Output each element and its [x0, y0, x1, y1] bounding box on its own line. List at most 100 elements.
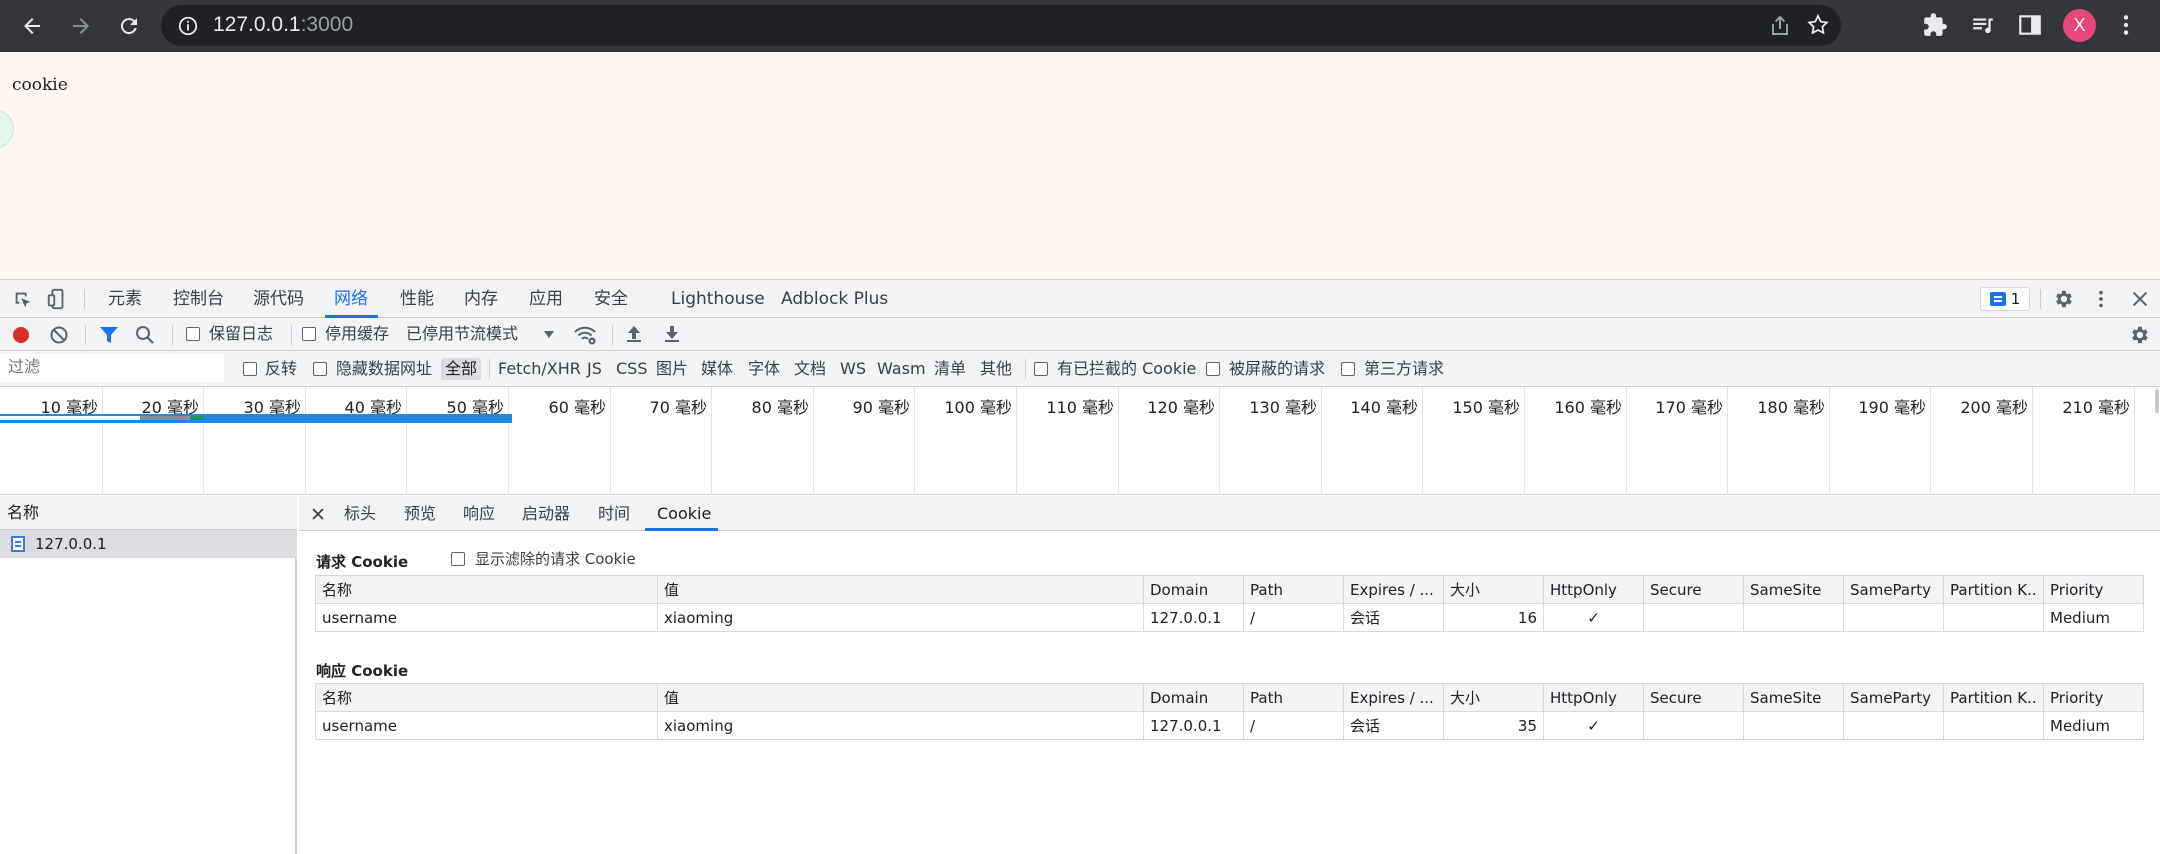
column-header[interactable]: Domain	[1143, 575, 1244, 604]
cookie-row[interactable]: username xiaoming 127.0.0.1/会话 16 ✓ Medium	[315, 603, 2144, 632]
column-header[interactable]: HttpOnly	[1543, 575, 1644, 604]
blocked-cookies-checkbox[interactable]	[1034, 362, 1048, 376]
tab-console[interactable]: 控制台	[173, 280, 224, 318]
record-icon[interactable]	[11, 325, 31, 345]
column-header[interactable]: Secure	[1643, 683, 1744, 712]
tab-adblock-plus[interactable]: Adblock Plus	[781, 280, 888, 318]
tab-cookies[interactable]: Cookie	[657, 496, 711, 531]
column-header[interactable]: Priority	[2043, 683, 2144, 712]
import-har-icon[interactable]	[624, 324, 644, 344]
tab-performance[interactable]: 性能	[400, 280, 434, 318]
tab-application[interactable]: 应用	[529, 280, 563, 318]
chevron-down-icon[interactable]	[543, 330, 555, 340]
filter-type-font[interactable]: 字体	[748, 359, 780, 379]
invert-checkbox[interactable]	[243, 362, 257, 376]
filter-type-all[interactable]: 全部	[441, 358, 482, 380]
disable-cache-checkbox[interactable]	[302, 327, 316, 341]
export-har-icon[interactable]	[662, 324, 682, 344]
tab-sources[interactable]: 源代码	[253, 280, 304, 318]
share-icon[interactable]	[1768, 14, 1792, 38]
cookie-samesite-cell	[1743, 711, 1844, 740]
floating-circle[interactable]	[0, 109, 14, 149]
more-vert-icon[interactable]	[2113, 12, 2139, 38]
column-header[interactable]: 名称	[315, 683, 658, 712]
extensions-puzzle-icon[interactable]	[1922, 12, 1948, 38]
third-party-checkbox[interactable]	[1341, 362, 1355, 376]
overview-scrollbar[interactable]	[2155, 389, 2159, 413]
request-row[interactable]: 127.0.0.1	[0, 530, 297, 558]
tab-timing[interactable]: 时间	[598, 496, 630, 531]
tab-memory[interactable]: 内存	[464, 280, 498, 318]
column-header[interactable]: Path	[1243, 683, 1344, 712]
column-header[interactable]: Path	[1243, 575, 1344, 604]
column-header[interactable]: SameSite	[1743, 575, 1844, 604]
forward-button[interactable]	[64, 9, 98, 43]
name-column-header[interactable]: 名称	[0, 496, 297, 530]
settings-gear-icon[interactable]	[2052, 288, 2074, 310]
filter-input[interactable]	[0, 354, 224, 382]
network-settings-gear-icon[interactable]	[2128, 324, 2150, 346]
show-filtered-cookies-checkbox[interactable]	[451, 552, 465, 566]
blocked-requests-checkbox[interactable]	[1206, 362, 1220, 376]
url-text[interactable]: 127.0.0.1:3000	[213, 13, 353, 37]
column-header[interactable]: SameParty	[1843, 575, 1944, 604]
column-header[interactable]: 大小	[1443, 683, 1544, 712]
column-header[interactable]: Partition K..	[1943, 575, 2044, 604]
reload-button[interactable]	[112, 9, 146, 43]
filter-type-doc[interactable]: 文档	[794, 359, 826, 379]
toolbar-divider	[2040, 289, 2041, 309]
inspect-element-icon[interactable]	[12, 289, 34, 311]
filter-type-fetch-xhr[interactable]: Fetch/XHR	[498, 359, 581, 379]
more-vert-icon[interactable]	[2090, 288, 2112, 310]
address-bar[interactable]: 127.0.0.1:3000	[161, 5, 1841, 46]
tab-headers[interactable]: 标头	[344, 496, 376, 531]
side-panel-icon[interactable]	[2017, 12, 2043, 38]
preserve-log-checkbox[interactable]	[186, 327, 200, 341]
back-button[interactable]	[15, 9, 49, 43]
tab-response[interactable]: 响应	[463, 496, 495, 531]
column-header[interactable]: 值	[657, 683, 1144, 712]
cookie-row[interactable]: username xiaoming 127.0.0.1/会话 35 ✓ Medium	[315, 711, 2144, 740]
tab-elements[interactable]: 元素	[108, 280, 142, 318]
column-header[interactable]: 大小	[1443, 575, 1544, 604]
column-header[interactable]: SameSite	[1743, 683, 1844, 712]
close-icon[interactable]	[312, 508, 324, 520]
filter-type-media[interactable]: 媒体	[701, 359, 733, 379]
close-icon[interactable]	[2129, 288, 2151, 310]
filter-type-js[interactable]: JS	[587, 359, 602, 379]
filter-type-css[interactable]: CSS	[616, 359, 647, 379]
tab-initiator[interactable]: 启动器	[522, 496, 570, 531]
star-icon[interactable]	[1806, 13, 1830, 37]
media-queue-icon[interactable]	[1970, 12, 1996, 38]
issues-button[interactable]: 1	[1980, 287, 2030, 311]
tab-lighthouse[interactable]: Lighthouse	[671, 280, 765, 318]
filter-type-manifest[interactable]: 清单	[934, 359, 966, 379]
column-header[interactable]: 值	[657, 575, 1144, 604]
column-header[interactable]: Priority	[2043, 575, 2144, 604]
filter-type-other[interactable]: 其他	[980, 359, 1012, 379]
profile-avatar[interactable]: X	[2063, 9, 2096, 42]
column-header[interactable]: Secure	[1643, 575, 1744, 604]
network-overview-timeline[interactable]: 10 毫秒 20 毫秒 30 毫秒 40 毫秒 50 毫秒 60 毫秒 70 毫秒 80 毫秒…	[0, 387, 2160, 495]
tab-network[interactable]: 网络	[334, 280, 368, 318]
search-icon[interactable]	[135, 325, 155, 345]
column-header[interactable]: Domain	[1143, 683, 1244, 712]
filter-icon[interactable]	[98, 325, 120, 345]
tab-security[interactable]: 安全	[594, 280, 628, 318]
column-header[interactable]: Expires / ...	[1343, 683, 1444, 712]
column-header[interactable]: Partition K..	[1943, 683, 2044, 712]
filter-type-img[interactable]: 图片	[656, 359, 688, 379]
column-header[interactable]: 名称	[315, 575, 658, 604]
throttling-select[interactable]: 已停用节流模式	[406, 324, 518, 344]
tab-preview[interactable]: 预览	[404, 496, 436, 531]
info-icon[interactable]	[177, 15, 199, 37]
clear-icon[interactable]	[49, 325, 69, 345]
filter-type-wasm[interactable]: Wasm	[877, 359, 926, 379]
column-header[interactable]: HttpOnly	[1543, 683, 1644, 712]
network-conditions-icon[interactable]	[573, 324, 597, 346]
column-header[interactable]: SameParty	[1843, 683, 1944, 712]
column-header[interactable]: Expires / ...	[1343, 575, 1444, 604]
filter-type-ws[interactable]: WS	[840, 359, 866, 379]
device-toolbar-icon[interactable]	[46, 288, 68, 310]
hide-data-urls-checkbox[interactable]	[313, 362, 327, 376]
